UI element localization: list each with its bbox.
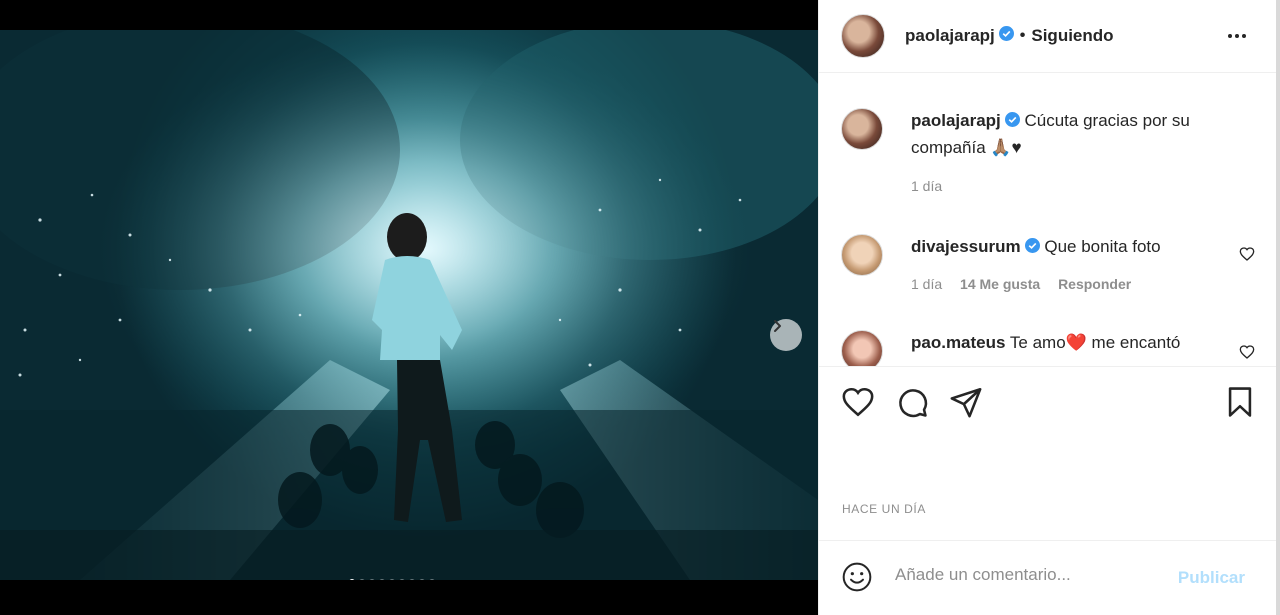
heart-outline-icon [1239, 345, 1255, 359]
header-separator: • [1019, 27, 1026, 44]
heart-outline-icon [842, 387, 874, 417]
post-timestamp[interactable]: HACE UN DÍA [842, 502, 926, 516]
comment-item: divajessurum Que bonita foto 1 día 14 Me… [841, 234, 1255, 304]
more-options-button[interactable] [1226, 25, 1248, 52]
carousel-indicator [349, 579, 435, 580]
post-photo[interactable] [0, 30, 818, 580]
carousel-dot [349, 579, 355, 580]
window-edge [1276, 0, 1280, 615]
verified-badge-icon [1004, 109, 1020, 135]
heart-outline-icon [1239, 247, 1255, 261]
smiley-icon [842, 562, 872, 592]
carousel-dot [419, 579, 425, 580]
comment-likes[interactable]: 14 Me gusta [960, 276, 1040, 292]
comment-body: divajessurum Que bonita foto 1 día 14 Me… [911, 234, 1241, 297]
ellipsis-icon [1228, 34, 1246, 38]
publish-button[interactable]: Publicar [1178, 568, 1245, 588]
author-username[interactable]: paolajarapj [905, 26, 995, 46]
caption-avatar[interactable] [841, 108, 883, 150]
comment-input[interactable] [895, 565, 1175, 585]
reply-button[interactable]: Responder [1058, 276, 1131, 292]
carousel-dot [379, 579, 385, 580]
comment-button[interactable] [895, 385, 929, 424]
caption-time[interactable]: 1 día [911, 178, 942, 194]
commenter-username[interactable]: pao.mateus [911, 333, 1005, 352]
verified-badge-icon [1024, 235, 1040, 261]
caption: paolajarapj Cúcuta gracias por su compañ… [841, 108, 1251, 208]
like-comment-button[interactable] [1239, 344, 1255, 365]
comment-meta: 1 día 14 Me gusta Responder [911, 271, 1241, 297]
commenter-username[interactable]: divajessurum [911, 237, 1021, 256]
caption-meta: 1 día [911, 173, 1241, 199]
carousel-dot [359, 579, 365, 580]
comments-list[interactable]: paolajarapj Cúcuta gracias por su compañ… [819, 74, 1277, 366]
carousel-dot [399, 579, 405, 580]
carousel-dot [409, 579, 415, 580]
chevron-right-icon [774, 320, 781, 332]
instagram-post-viewer: paolajarapj • Siguiendo paolajarapj Cúcu… [0, 0, 1280, 615]
save-button[interactable] [1223, 385, 1257, 424]
like-button[interactable] [841, 385, 875, 424]
comment-text: Te amo❤️ me encantó [1009, 333, 1181, 352]
carousel-dot [389, 579, 395, 580]
comment-text: Que bonita foto [1044, 237, 1161, 256]
bookmark-icon [1228, 387, 1252, 417]
author-avatar[interactable] [841, 14, 885, 58]
post-header: paolajarapj • Siguiendo [819, 0, 1276, 73]
concert-scene [0, 30, 818, 580]
add-comment-bar: Publicar [819, 540, 1277, 615]
author-info: paolajarapj • Siguiendo [905, 26, 1114, 46]
speech-bubble-icon [899, 389, 928, 418]
comment-body: pao.mateus Te amo❤️ me encantó [911, 330, 1241, 356]
caption-username[interactable]: paolajarapj [911, 111, 1001, 130]
paper-plane-icon [950, 387, 982, 418]
commenter-avatar[interactable] [841, 234, 883, 276]
verified-badge-icon [998, 26, 1014, 46]
carousel-dot [369, 579, 375, 580]
post-side-panel: paolajarapj • Siguiendo paolajarapj Cúcu… [818, 0, 1277, 615]
commenter-avatar[interactable] [841, 330, 883, 366]
emoji-picker-button[interactable] [841, 561, 873, 598]
following-button[interactable]: Siguiendo [1031, 26, 1113, 46]
carousel-dot [429, 579, 435, 580]
caption-body: paolajarapj Cúcuta gracias por su compañ… [911, 108, 1241, 199]
comment-time[interactable]: 1 día [911, 276, 942, 292]
post-actions-bar [819, 366, 1277, 441]
like-comment-button[interactable] [1239, 246, 1255, 267]
share-button[interactable] [949, 385, 983, 424]
comment-item: pao.mateus Te amo❤️ me encantó [841, 330, 1255, 366]
carousel-next-button[interactable] [770, 319, 802, 351]
